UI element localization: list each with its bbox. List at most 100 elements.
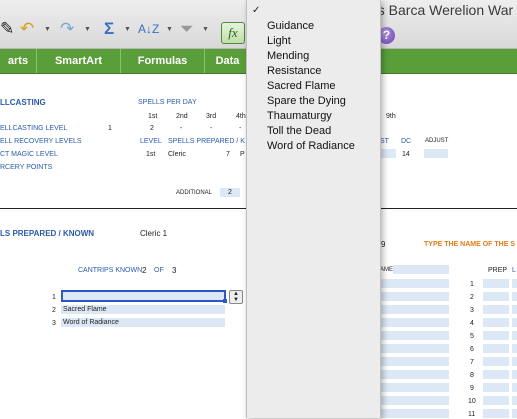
sort-icon[interactable]: A↓Z: [138, 18, 159, 40]
adjust-label: ADJUST: [425, 138, 449, 144]
spell-name-field-3[interactable]: [512, 305, 517, 314]
l-fragment: L: [512, 267, 516, 274]
spellcasting-level-value[interactable]: 1: [108, 124, 112, 133]
spell-field-9[interactable]: [380, 383, 449, 392]
undo-dropdown-icon[interactable]: ▼: [44, 26, 51, 33]
additional-label: ADDITIONAL: [176, 190, 213, 196]
prep-field-11[interactable]: [483, 409, 509, 418]
prep-field-5[interactable]: [483, 331, 509, 340]
spellcasting-header: LLCASTING: [0, 98, 46, 107]
per-day-4th: -: [239, 125, 242, 132]
spell-field-1[interactable]: [380, 279, 449, 288]
level-col-9th: 9th: [386, 113, 396, 120]
checkmark-icon: ✓: [252, 5, 261, 16]
adjust-field[interactable]: [424, 149, 448, 158]
menu-item-toll-the-dead[interactable]: Toll the Dead: [267, 124, 331, 139]
st-field[interactable]: [380, 149, 396, 158]
level-value: 1st: [146, 151, 156, 158]
spell-name-field-10[interactable]: [512, 396, 517, 405]
spellcasting-level-label: ELLCASTING LEVEL: [0, 125, 68, 132]
filter-dropdown-icon[interactable]: ▼: [202, 26, 209, 33]
spell-field-8[interactable]: [380, 370, 449, 379]
tab-formulas[interactable]: Formulas: [121, 49, 205, 73]
spell-name-field-4[interactable]: [512, 318, 517, 327]
redo-icon[interactable]: ↷: [60, 18, 74, 40]
nine-value: 9: [381, 240, 386, 249]
format-icon[interactable]: ✎: [0, 18, 14, 40]
dc-label: DC: [401, 138, 412, 145]
level-col-3rd: 3rd: [206, 113, 217, 120]
row-number-2: 2: [52, 307, 56, 314]
right-row-num-2: 2: [470, 294, 474, 301]
menu-item-word-of-radiance[interactable]: Word of Radiance: [267, 139, 355, 154]
menu-item-light[interactable]: Light: [267, 34, 291, 49]
right-row-num-4: 4: [470, 320, 474, 327]
right-row-num-9: 9: [470, 385, 474, 392]
st-label: ST: [380, 138, 389, 145]
spell-name-field-5[interactable]: [512, 331, 517, 340]
tab-charts[interactable]: arts: [0, 49, 37, 73]
spells-prepared-known-header: LS PREPARED / KNOWN: [0, 229, 95, 238]
menu-item-thaumaturgy[interactable]: Thaumaturgy: [267, 109, 332, 124]
level-col-1st: 1st: [148, 113, 158, 120]
cantrips-known-label: CANTRIPS KNOWN: [78, 267, 143, 274]
cantrip-input-1[interactable]: [61, 290, 226, 302]
spell-field-11[interactable]: [380, 409, 449, 418]
tab-smartart[interactable]: SmartArt: [37, 49, 121, 73]
menu-item-guidance[interactable]: Guidance: [267, 19, 314, 34]
spell-field-6[interactable]: [380, 344, 449, 353]
menu-item-mending[interactable]: Mending: [267, 49, 309, 64]
fill-handle[interactable]: [223, 299, 227, 303]
level-col-4th: 4th: [236, 113, 246, 120]
cantrip-dropdown-menu[interactable]: ✓ Guidance Light Mending Resistance Sacr…: [246, 0, 381, 418]
spell-field-7[interactable]: [380, 357, 449, 366]
menu-item-sacred-flame[interactable]: Sacred Flame: [267, 79, 335, 94]
spells-per-day-label: SPELLS PER DAY: [138, 99, 197, 106]
prep-field-7[interactable]: [483, 357, 509, 366]
prep-field-6[interactable]: [483, 344, 509, 353]
prep-field-2[interactable]: [483, 292, 509, 301]
menu-item-resistance[interactable]: Resistance: [267, 64, 321, 79]
right-row-num-3: 3: [470, 307, 474, 314]
menu-item-spare-the-dying[interactable]: Spare the Dying: [267, 94, 346, 109]
spell-name-field-2[interactable]: [512, 292, 517, 301]
spell-recovery-label: ELL RECOVERY LEVELS: [0, 138, 82, 145]
prep-field-3[interactable]: [483, 305, 509, 314]
tab-data[interactable]: Data: [205, 49, 250, 73]
spell-name-field-9[interactable]: [512, 383, 517, 392]
undo-icon[interactable]: ↶: [20, 18, 34, 40]
per-day-2nd: -: [180, 125, 183, 132]
spell-field-2[interactable]: [380, 292, 449, 301]
autosum-dropdown-icon[interactable]: ▼: [124, 26, 131, 33]
prep-field-9[interactable]: [483, 383, 509, 392]
level-col-2nd: 2nd: [176, 113, 188, 120]
prep-field-4[interactable]: [483, 318, 509, 327]
cantrip-input-2[interactable]: Sacred Flame: [61, 305, 225, 314]
dc-value: 14: [402, 151, 410, 158]
autosum-icon[interactable]: Σ: [104, 18, 114, 40]
spell-field-5[interactable]: [380, 331, 449, 340]
spell-field-3[interactable]: [380, 305, 449, 314]
spell-name-header-field[interactable]: [393, 265, 449, 274]
cantrips-total: 3: [172, 266, 177, 275]
spell-name-field-1[interactable]: [512, 279, 517, 288]
additional-field[interactable]: 2: [220, 188, 240, 197]
spell-name-field-7[interactable]: [512, 357, 517, 366]
stepper-icon[interactable]: ▲ ▼: [229, 290, 243, 304]
spell-field-10[interactable]: [380, 396, 449, 405]
filter-icon[interactable]: ⏷: [180, 18, 194, 40]
cantrip-input-3[interactable]: Word of Radiance: [61, 318, 225, 327]
function-button[interactable]: fx: [221, 22, 245, 44]
prep-field-1[interactable]: [483, 279, 509, 288]
redo-dropdown-icon[interactable]: ▼: [84, 26, 91, 33]
right-row-num-1: 1: [470, 281, 474, 288]
spell-name-field-8[interactable]: [512, 370, 517, 379]
act-magic-level-label: CT MAGIC LEVEL: [0, 151, 58, 158]
spell-name-field-6[interactable]: [512, 344, 517, 353]
prep-field-10[interactable]: [483, 396, 509, 405]
sort-dropdown-icon[interactable]: ▼: [166, 26, 173, 33]
sorcery-points-label: RCERY POINTS: [0, 164, 53, 171]
prep-field-8[interactable]: [483, 370, 509, 379]
spell-name-field-11[interactable]: [512, 409, 517, 418]
spell-field-4[interactable]: [380, 318, 449, 327]
